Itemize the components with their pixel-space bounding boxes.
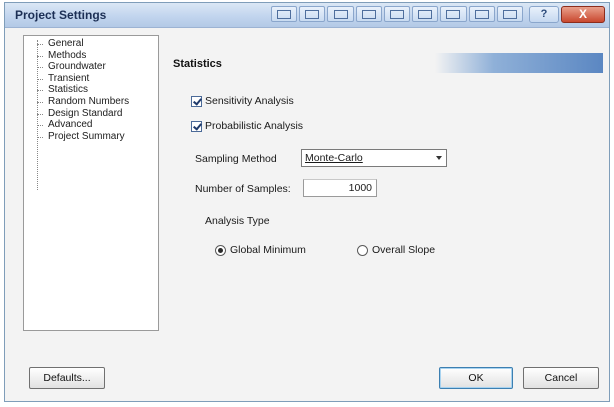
project-settings-dialog: Project Settings ? X General Methods Gro…: [4, 2, 610, 402]
radio-unselected-icon: [357, 244, 368, 256]
nav-item-transient[interactable]: Transient: [24, 73, 158, 85]
sensitivity-analysis-checkbox[interactable]: Sensitivity Analysis: [191, 95, 294, 107]
number-of-samples-label: Number of Samples:: [195, 183, 291, 195]
checkbox-label: Probabilistic Analysis: [205, 120, 304, 132]
nav-item-statistics[interactable]: Statistics: [24, 84, 158, 96]
nav-item-random-numbers[interactable]: Random Numbers: [24, 96, 158, 108]
radio-label: Global Minimum: [230, 244, 306, 256]
radio-overall-slope[interactable]: Overall Slope: [357, 244, 435, 256]
cancel-button[interactable]: Cancel: [523, 367, 599, 389]
toolbar-button[interactable]: [271, 6, 298, 22]
analysis-type-label: Analysis Type: [205, 215, 270, 227]
nav-item-advanced[interactable]: Advanced: [24, 119, 158, 131]
nav-item-project-summary[interactable]: Project Summary: [24, 131, 158, 143]
title-bar[interactable]: Project Settings ? X: [5, 3, 609, 28]
nav-item-label: Advanced: [48, 119, 93, 131]
number-of-samples-input[interactable]: 1000: [303, 179, 377, 197]
chevron-down-icon: [436, 156, 442, 160]
window-icon: [474, 9, 489, 19]
page-title: Statistics: [173, 58, 222, 70]
toolbar-buttons: [271, 6, 523, 22]
checkbox-label: Sensitivity Analysis: [205, 95, 294, 107]
toolbar-button[interactable]: [496, 6, 523, 22]
sampling-method-value: Monte-Carlo: [305, 152, 363, 164]
defaults-button[interactable]: Defaults...: [29, 367, 105, 389]
nav-item-label: Design Standard: [48, 107, 123, 119]
checkbox-checked-icon: [191, 95, 202, 107]
toolbar-button[interactable]: [468, 6, 495, 22]
toolbar-button[interactable]: [327, 6, 354, 22]
nav-item-label: General: [48, 38, 84, 49]
window-icon: [389, 9, 404, 19]
settings-nav-tree[interactable]: General Methods Groundwater Transient St…: [23, 35, 159, 331]
window-icon: [305, 9, 320, 19]
window-icon: [333, 9, 348, 19]
nav-item-general[interactable]: General: [24, 38, 158, 50]
window-icon: [277, 9, 292, 19]
ok-button[interactable]: OK: [439, 367, 513, 389]
nav-item-label: Transient: [48, 72, 90, 84]
radio-global-minimum[interactable]: Global Minimum: [215, 244, 306, 256]
nav-item-label: Random Numbers: [48, 95, 130, 107]
sampling-method-select[interactable]: Monte-Carlo: [301, 149, 447, 167]
toolbar-button[interactable]: [412, 6, 439, 22]
close-button[interactable]: X: [561, 6, 605, 23]
checkbox-checked-icon: [191, 120, 202, 132]
nav-item-label: Groundwater: [48, 61, 106, 73]
nav-item-label: Methods: [48, 49, 87, 61]
toolbar-button[interactable]: [440, 6, 467, 22]
nav-item-label: Project Summary: [48, 130, 125, 142]
sampling-method-label: Sampling Method: [195, 153, 277, 165]
toolbar-button[interactable]: [355, 6, 382, 22]
window-icon: [446, 9, 461, 19]
nav-item-design-standard[interactable]: Design Standard: [24, 108, 158, 120]
toolbar-button[interactable]: [383, 6, 411, 22]
help-button[interactable]: ?: [529, 6, 559, 23]
window-icon: [502, 9, 517, 19]
nav-item-methods[interactable]: Methods: [24, 50, 158, 62]
radio-selected-icon: [215, 244, 226, 256]
radio-label: Overall Slope: [372, 244, 436, 256]
toolbar-button[interactable]: [299, 6, 326, 22]
nav-item-groundwater[interactable]: Groundwater: [24, 61, 158, 73]
section-header-bar: [435, 53, 603, 73]
window-icon: [361, 9, 376, 19]
window-icon: [418, 9, 433, 19]
window-title: Project Settings: [15, 8, 107, 22]
nav-item-label: Statistics: [48, 84, 89, 96]
probabilistic-analysis-checkbox[interactable]: Probabilistic Analysis: [191, 120, 303, 132]
